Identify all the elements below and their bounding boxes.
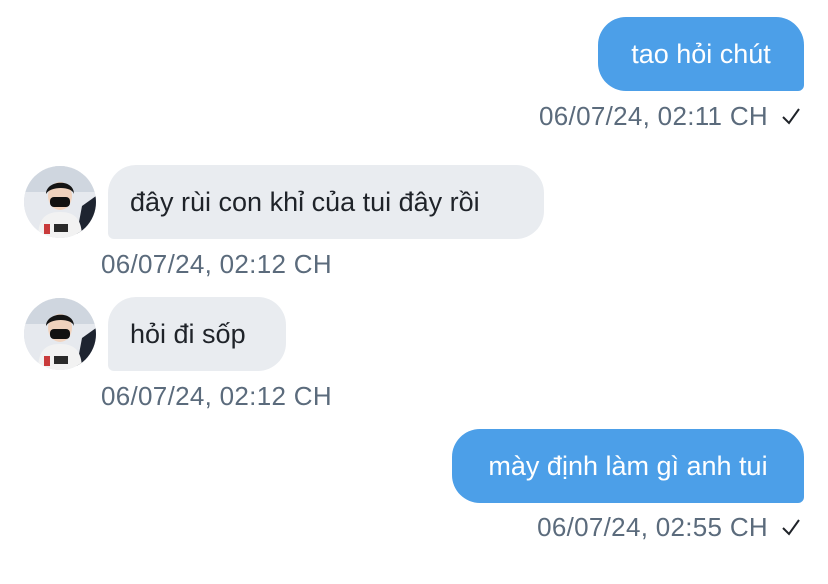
message-timestamp: 06/07/24, 02:11 CH (539, 98, 802, 134)
message-bubble-outgoing[interactable]: tao hỏi chút (598, 17, 804, 91)
avatar[interactable] (24, 298, 96, 370)
message-text: đây rùi con khỉ của tui đây rồi (130, 186, 480, 217)
message-timestamp: 06/07/24, 02:12 CH (101, 248, 332, 279)
avatar-image (24, 166, 96, 238)
message-text: hỏi đi sốp (130, 318, 246, 349)
message-text: mày định làm gì anh tui (488, 450, 768, 481)
check-icon (782, 519, 800, 536)
check-icon (782, 108, 800, 125)
message-bubble-incoming[interactable]: hỏi đi sốp (108, 297, 286, 371)
avatar-image (24, 298, 96, 370)
message-timestamp: 06/07/24, 02:12 CH (101, 380, 332, 411)
avatar[interactable] (24, 166, 96, 238)
message-bubble-outgoing[interactable]: mày định làm gì anh tui (452, 429, 804, 503)
message-timestamp: 06/07/24, 02:55 CH (537, 509, 802, 545)
message-bubble-incoming[interactable]: đây rùi con khỉ của tui đây rồi (108, 165, 544, 239)
chat-thread: tao hỏi chút 06/07/24, 02:11 CH đây rùi … (0, 0, 828, 584)
message-text: tao hỏi chút (631, 38, 771, 69)
